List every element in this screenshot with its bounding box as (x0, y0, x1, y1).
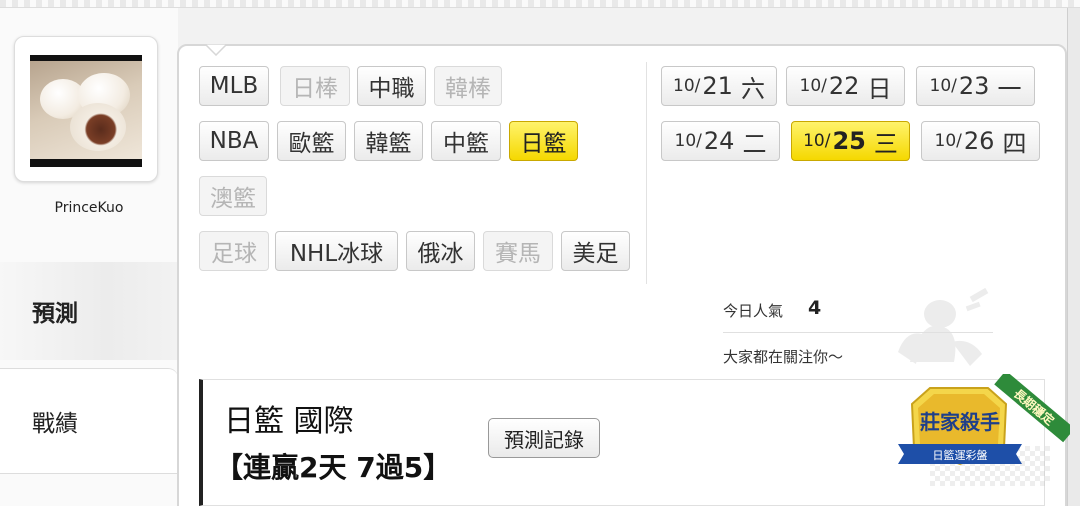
popularity-label: 今日人氣 (723, 302, 784, 320)
date-weekday: 六 (740, 74, 765, 103)
sport-button[interactable]: MLB (199, 66, 269, 106)
username[interactable]: PrinceKuo (0, 200, 178, 216)
date-day: 25 (832, 127, 866, 155)
sport-button[interactable]: 歐籃 (277, 121, 346, 161)
date-weekday: 四 (1002, 129, 1027, 158)
date-day: 24 (703, 127, 735, 155)
prediction-streak: 【連贏2天 7過5】 (215, 451, 452, 484)
follow-text: 大家都在關注你～ (723, 348, 844, 366)
date-weekday: 一 (997, 74, 1022, 103)
ribbon-text: 長期穩定 (1011, 386, 1057, 428)
date-day: 26 (963, 127, 995, 155)
date-button[interactable]: 10/26 四 (921, 121, 1040, 161)
sport-button[interactable]: NBA (199, 121, 269, 161)
sport-button[interactable]: 澳籃 (199, 176, 267, 216)
sport-button[interactable]: 日棒 (280, 66, 350, 106)
divider (646, 62, 647, 284)
date-month: 10/ (673, 76, 701, 96)
bun-shape (70, 103, 126, 151)
sport-button[interactable]: 俄冰 (406, 231, 475, 271)
divider (723, 332, 993, 333)
date-button[interactable]: 10/25 三 (791, 121, 910, 161)
avatar-card[interactable] (14, 36, 158, 182)
sport-button[interactable]: 中職 (357, 66, 426, 106)
date-day: 23 (958, 72, 990, 100)
date-button[interactable]: 10/22 日 (786, 66, 905, 106)
popularity-value: 4 (808, 297, 822, 319)
tab-record[interactable]: 戰績 (0, 368, 178, 474)
badge-subtitle: 日籃運彩盤 (933, 448, 988, 462)
badge-title: 莊家殺手 (920, 410, 1000, 434)
sport-button[interactable]: 美足 (561, 231, 630, 271)
banker-killer-badge: 莊家殺手 日籃運彩盤 長期穩定 (898, 374, 1070, 466)
sport-button[interactable]: 韓籃 (354, 121, 423, 161)
date-day: 22 (828, 72, 860, 100)
sport-button[interactable]: NHL冰球 (275, 231, 398, 271)
sport-button[interactable]: 足球 (199, 231, 269, 271)
avatar[interactable] (30, 55, 142, 167)
prediction-title: 日籃 國際 (224, 404, 354, 439)
panel-notch (205, 44, 227, 56)
date-day: 21 (702, 72, 733, 100)
tab-predict[interactable]: 預測 (0, 262, 178, 360)
sport-button[interactable]: 賽馬 (483, 231, 553, 271)
date-month: 10/ (799, 76, 827, 96)
date-button[interactable]: 10/23 一 (916, 66, 1035, 106)
date-month: 10/ (674, 131, 702, 151)
avatar-photo (30, 61, 142, 159)
date-month: 10/ (803, 131, 831, 151)
sport-button[interactable]: 中籃 (431, 121, 501, 161)
sport-button[interactable]: 日籃 (509, 121, 578, 161)
date-weekday: 日 (867, 74, 892, 103)
prediction-record-button[interactable]: 預測記錄 (488, 418, 600, 458)
date-weekday: 三 (873, 129, 898, 158)
date-button[interactable]: 10/21 六 (661, 66, 777, 106)
date-month: 10/ (934, 131, 962, 151)
sport-button[interactable]: 韓棒 (434, 66, 502, 106)
page-top-edge (0, 0, 1080, 8)
date-button[interactable]: 10/24 二 (661, 121, 780, 161)
date-weekday: 二 (742, 129, 767, 158)
date-month: 10/ (929, 76, 957, 96)
